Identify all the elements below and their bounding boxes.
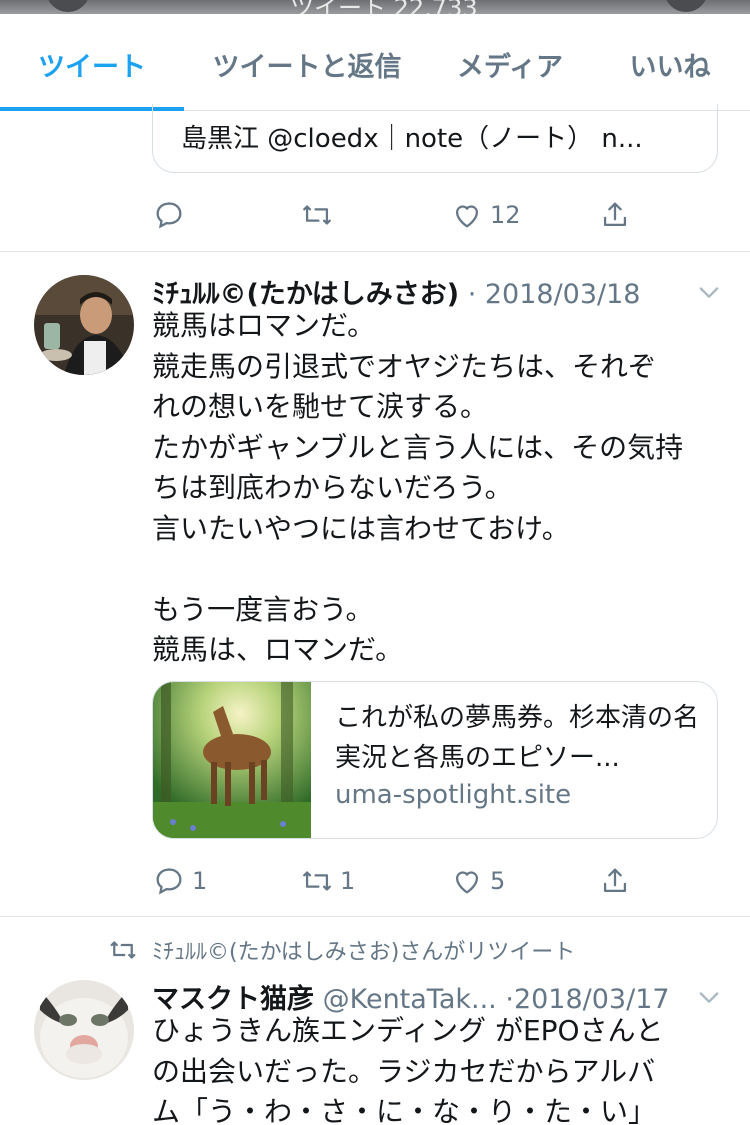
reply-count: 1 [192, 867, 208, 895]
back-button[interactable] [46, 0, 90, 12]
avatar[interactable] [34, 275, 134, 375]
tweet-actions: 12 [0, 195, 750, 235]
avatar-photo [34, 275, 134, 375]
retweet-icon [303, 205, 331, 225]
link-card[interactable]: 島黒江 @cloedx｜note（ノート） n... [152, 104, 718, 173]
tweet-text: ひょうきん族エンディング がEPOさんと の出会いだった。ラジカセだからアルバ … [152, 1014, 664, 1125]
like-button[interactable]: 12 [450, 195, 521, 235]
reply-icon [156, 868, 182, 895]
share-icon [603, 202, 627, 227]
link-card-domain: uma-spotlight.site [335, 780, 572, 810]
chevron-down-icon[interactable] [695, 983, 723, 1011]
link-card-title: 島黒江 @cloedx｜note（ノート） n... [181, 124, 643, 154]
retweet-icon [303, 871, 331, 891]
reply-button[interactable]: 1 [152, 861, 207, 901]
tweet-divider [0, 916, 750, 917]
tab-media[interactable]: メディア [430, 14, 590, 111]
tab-likes[interactable]: いいね [590, 14, 750, 111]
retweet-icon [110, 941, 136, 959]
share-button[interactable] [598, 861, 632, 901]
reply-icon [156, 202, 182, 229]
share-button[interactable] [598, 195, 632, 235]
more-button[interactable] [664, 0, 708, 12]
profile-header-strip: ツイート 22,733 [0, 0, 750, 14]
tab-tweets[interactable]: ツイート [0, 14, 184, 111]
tweet-actions: 1 1 5 [0, 861, 750, 901]
chevron-down-icon[interactable] [695, 278, 723, 306]
like-count: 5 [490, 867, 506, 895]
tab-tweets-and-replies[interactable]: ツイートと返信 [184, 14, 430, 111]
avatar-photo [34, 980, 134, 1080]
link-card-image [153, 682, 311, 838]
like-button[interactable]: 5 [450, 861, 505, 901]
tweet-text: 競馬はロマンだ。 競走馬の引退式でオヤジたちは、それぞ れの想いを馳せて涙する。… [152, 309, 684, 666]
like-icon [455, 205, 479, 228]
retweet-context-label[interactable]: ﾐﾁｭﾙﾙ©(たかはしみさお)さんがリツイート [152, 934, 575, 966]
like-count: 12 [490, 201, 521, 229]
share-icon [603, 868, 627, 893]
tweet-divider [0, 251, 750, 252]
profile-tabs: ツイート ツイートと返信 メディア いいね [0, 14, 750, 111]
retweet-count: 1 [340, 867, 356, 895]
retweet-button[interactable] [300, 195, 340, 235]
retweet-button[interactable]: 1 [300, 861, 355, 901]
avatar[interactable] [34, 980, 134, 1080]
retweet-context: ﾐﾁｭﾙﾙ©(たかはしみさお)さんがリツイート [108, 934, 575, 966]
link-card[interactable]: これが私の夢馬券。杉本清の名実況と各馬のエピソー... uma-spotligh… [152, 681, 718, 839]
tweet-count: ツイート 22,733 [290, 0, 478, 14]
like-icon [455, 871, 479, 894]
link-card-title: これが私の夢馬券。杉本清の名実況と各馬のエピソー... [335, 703, 700, 773]
reply-button[interactable] [152, 195, 192, 235]
